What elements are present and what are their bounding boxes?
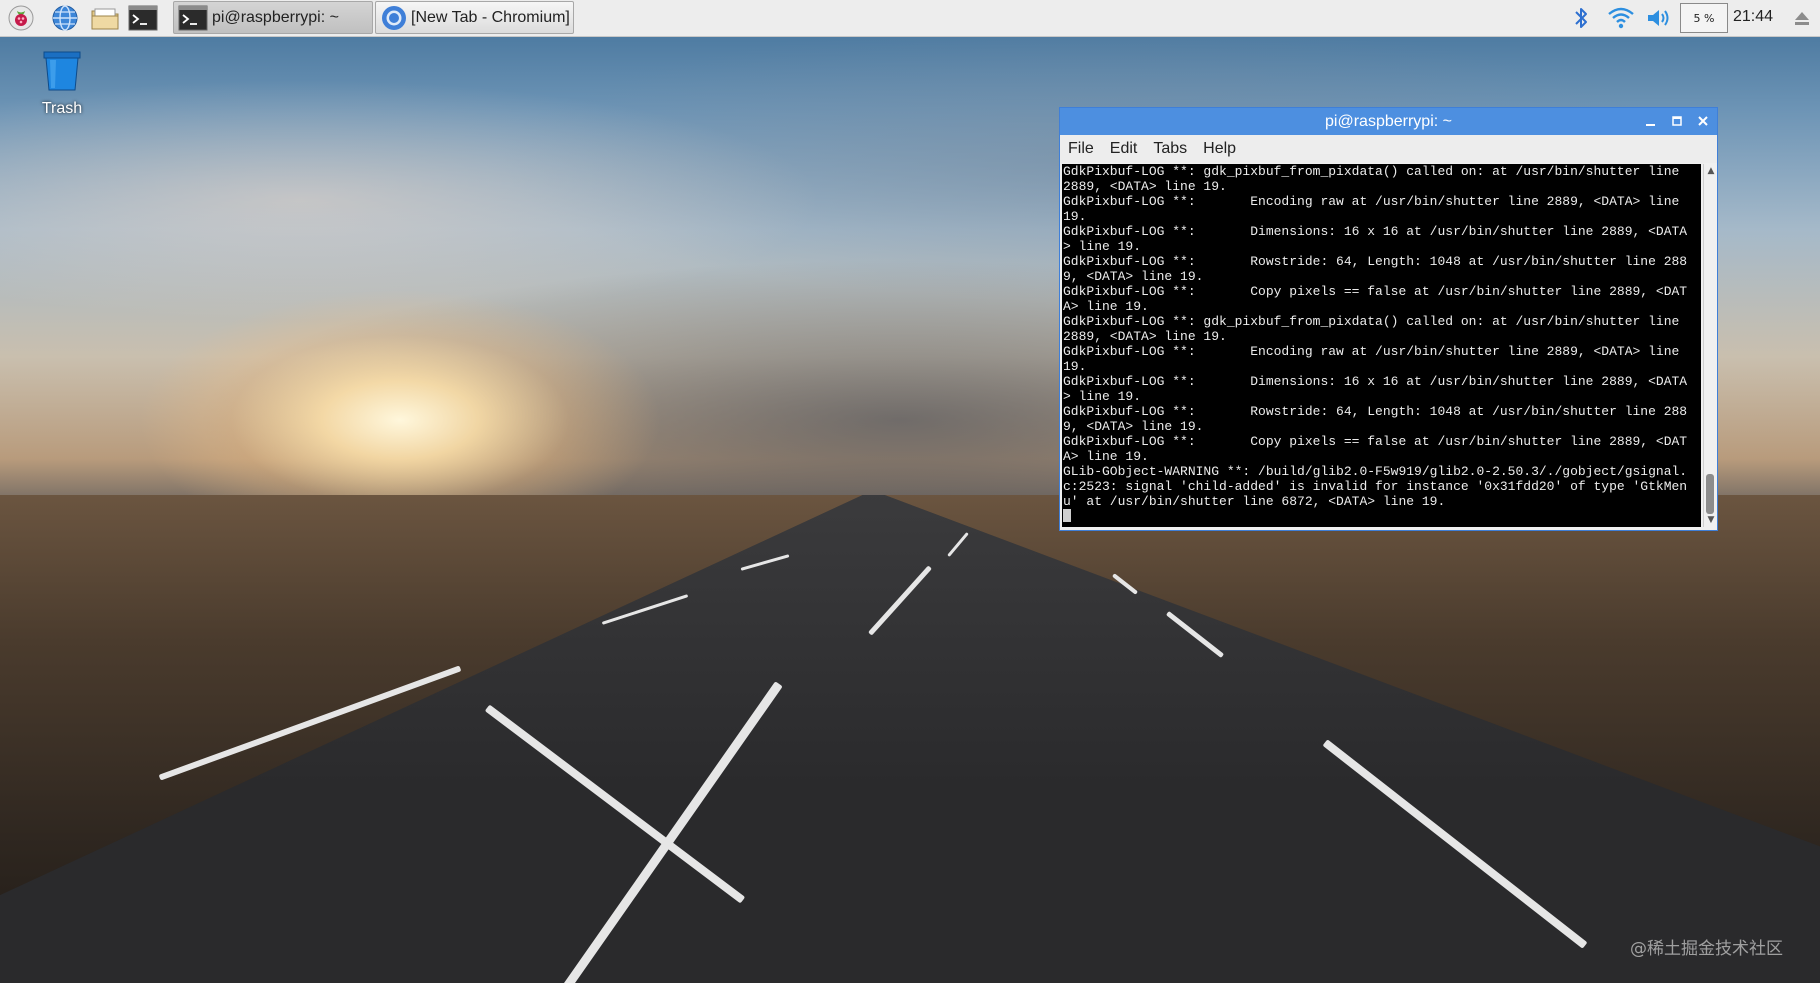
terminal-window: pi@raspberrypi: ~ File Edit Tabs Help Gd… — [1060, 108, 1717, 530]
wifi-icon[interactable] — [1606, 5, 1636, 31]
close-icon — [1698, 116, 1708, 126]
taskbar-terminal-label: pi@raspberrypi: ~ — [212, 8, 339, 26]
terminal-menubar: File Edit Tabs Help — [1060, 135, 1717, 163]
menu-edit[interactable]: Edit — [1110, 140, 1138, 158]
terminal-line: 9, <DATA> line 19. — [1063, 419, 1204, 434]
terminal-line: GdkPixbuf-LOG **: Rowstride: 64, Length:… — [1063, 254, 1688, 269]
minimize-button[interactable] — [1643, 112, 1659, 130]
terminal-line: 19. — [1063, 359, 1087, 374]
menu-help[interactable]: Help — [1203, 140, 1236, 158]
terminal-line: A> line 19. — [1063, 449, 1149, 464]
taskbar-chromium-label: [New Tab - Chromium] — [411, 8, 570, 26]
maximize-icon — [1672, 116, 1682, 126]
clock[interactable]: 21:44 — [1733, 8, 1773, 26]
taskbar-chromium-button[interactable]: [New Tab - Chromium] — [375, 1, 574, 34]
taskbar-terminal-button[interactable]: pi@raspberrypi: ~ — [173, 1, 373, 34]
minimize-icon — [1646, 124, 1655, 126]
terminal-line: > line 19. — [1063, 239, 1142, 254]
volume-icon[interactable] — [1644, 5, 1674, 31]
scroll-down-icon[interactable]: ▼ — [1706, 515, 1716, 525]
terminal-output[interactable]: GdkPixbuf-LOG **: gdk_pixbuf_from_pixdat… — [1062, 164, 1701, 527]
terminal-line: GdkPixbuf-LOG **: Encoding raw at /usr/b… — [1063, 194, 1680, 209]
top-panel: pi@raspberrypi: ~ [New Tab - Chromium] 5… — [0, 0, 1820, 37]
terminal-cursor — [1063, 509, 1071, 522]
window-title: pi@raspberrypi: ~ — [1325, 112, 1452, 130]
terminal-scrollbar[interactable]: ▲ ▼ — [1703, 164, 1717, 527]
trash-label: Trash — [41, 100, 83, 117]
watermark: @稀土掘金技术社区 — [1630, 939, 1783, 959]
chromium-icon — [381, 5, 407, 31]
terminal-line: GdkPixbuf-LOG **: Rowstride: 64, Length:… — [1063, 404, 1688, 419]
terminal-line: 9, <DATA> line 19. — [1063, 269, 1204, 284]
terminal-icon — [178, 5, 208, 31]
terminal-line: GdkPixbuf-LOG **: Copy pixels == false a… — [1063, 434, 1688, 449]
terminal-line: 2889, <DATA> line 19. — [1063, 179, 1227, 194]
terminal-line: u' at /usr/bin/shutter line 6872, <DATA>… — [1063, 494, 1446, 509]
cpu-usage-monitor[interactable]: 5 % — [1680, 3, 1728, 33]
terminal-line: GdkPixbuf-LOG **: gdk_pixbuf_from_pixdat… — [1063, 164, 1680, 179]
scroll-thumb[interactable] — [1706, 474, 1714, 514]
bluetooth-icon[interactable] — [1570, 5, 1592, 31]
scroll-up-icon[interactable]: ▲ — [1706, 166, 1716, 176]
terminal-line: A> line 19. — [1063, 299, 1149, 314]
window-titlebar[interactable]: pi@raspberrypi: ~ — [1060, 108, 1717, 135]
terminal-line: GdkPixbuf-LOG **: Dimensions: 16 x 16 at… — [1063, 224, 1688, 239]
maximize-button[interactable] — [1669, 112, 1685, 130]
terminal-line: GdkPixbuf-LOG **: Encoding raw at /usr/b… — [1063, 344, 1680, 359]
terminal-line: c:2523: signal 'child-added' is invalid … — [1063, 479, 1688, 494]
terminal-line: > line 19. — [1063, 389, 1142, 404]
close-button[interactable] — [1695, 112, 1711, 130]
menu-tabs[interactable]: Tabs — [1153, 140, 1187, 158]
trash-icon — [43, 51, 81, 91]
terminal-icon[interactable] — [128, 3, 158, 33]
trash-desktop-icon[interactable]: Trash — [36, 48, 88, 118]
file-manager-icon[interactable] — [90, 3, 120, 33]
cpu-usage-value: 5 % — [1693, 11, 1715, 25]
raspberry-menu-icon[interactable] — [6, 3, 36, 33]
terminal-line: GdkPixbuf-LOG **: Dimensions: 16 x 16 at… — [1063, 374, 1688, 389]
terminal-line: GLib-GObject-WARNING **: /build/glib2.0-… — [1063, 464, 1688, 479]
terminal-line: 2889, <DATA> line 19. — [1063, 329, 1227, 344]
terminal-line: GdkPixbuf-LOG **: Copy pixels == false a… — [1063, 284, 1688, 299]
terminal-line: 19. — [1063, 209, 1087, 224]
eject-icon[interactable] — [1790, 5, 1814, 31]
web-browser-icon[interactable] — [50, 3, 80, 33]
menu-file[interactable]: File — [1068, 140, 1094, 158]
terminal-line: GdkPixbuf-LOG **: gdk_pixbuf_from_pixdat… — [1063, 314, 1680, 329]
